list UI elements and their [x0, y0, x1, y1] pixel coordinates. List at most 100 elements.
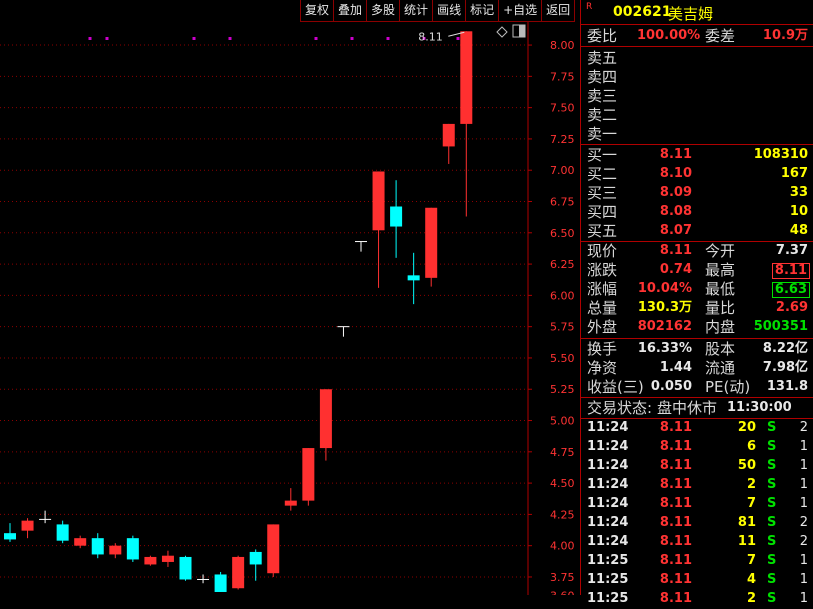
candle-body: [4, 533, 16, 540]
trade-time: 11:25: [587, 591, 629, 606]
ask-label: 卖一: [587, 125, 618, 143]
trade-volume: 11: [737, 534, 756, 549]
trade-row: 11:24 8.11 50 S 1: [581, 456, 813, 476]
stock-header: R 002621 美吉姆: [581, 0, 813, 24]
candle-body: [425, 207, 438, 278]
candle-body: [267, 524, 280, 574]
trade-volume: 50: [737, 458, 756, 473]
trade-price: 8.11: [659, 591, 692, 606]
stock-name[interactable]: 美吉姆: [668, 3, 713, 24]
ask-label: 卖五: [587, 49, 618, 67]
axis-tick-label: 4.50: [550, 477, 575, 490]
trade-side: S: [767, 477, 777, 492]
trade-count: 1: [799, 458, 808, 473]
trade-time: 11:24: [587, 420, 629, 435]
ask-row[interactable]: 卖五: [581, 48, 813, 68]
trade-time: 11:24: [587, 515, 629, 530]
axis-tick-label: 6.50: [550, 227, 575, 240]
trade-price: 8.11: [659, 496, 692, 511]
trade-status-label: 交易状态:: [587, 399, 653, 417]
volume-ratio-label: 量比: [705, 299, 736, 317]
divider: [581, 46, 813, 47]
trade-volume: 2: [746, 477, 756, 492]
bid-row[interactable]: 买一 8.11 108310: [581, 145, 813, 165]
current-price-label: 现价: [587, 242, 618, 260]
signal-marker: [88, 37, 92, 40]
bid-label: 买一: [587, 146, 618, 164]
trade-price: 8.11: [659, 458, 692, 473]
trade-row: 11:25 8.11 2 S 1: [581, 589, 813, 609]
axis-tick-label: 3.60: [550, 590, 575, 595]
toolbar-fuquan-button[interactable]: 复权: [301, 0, 335, 22]
order-ratio-label: 委比: [587, 27, 618, 45]
ask-row[interactable]: 卖一: [581, 124, 813, 144]
nav-value: 1.44: [659, 360, 692, 375]
trade-time: 11:25: [587, 572, 629, 587]
trade-count: 1: [799, 439, 808, 454]
trade-row: 11:24 8.11 20 S 2: [581, 418, 813, 438]
signal-marker: [228, 37, 232, 40]
change-label: 涨跌: [587, 261, 618, 279]
trade-price: 8.11: [659, 439, 692, 454]
toolbar-add-watchlist-button[interactable]: +自选: [499, 0, 543, 22]
ask-row[interactable]: 卖四: [581, 67, 813, 87]
stock-code[interactable]: 002621: [613, 4, 671, 20]
chart-toolbar: 复权 叠加 多股 统计 画线 标记 +自选 返回: [300, 0, 576, 22]
candle-body: [319, 389, 332, 449]
bid-volume: 10: [789, 204, 808, 219]
trade-status-value: 盘中休市: [657, 399, 718, 417]
kline-chart[interactable]: 8.00 7.75 7.50 7.25 7.00 6.75 6.50 6.25 6.00 5.75…: [0, 0, 580, 603]
equity-label: 股本: [705, 340, 736, 358]
float-shares-label: 流通: [705, 359, 736, 377]
volume-label: 总量: [587, 299, 618, 317]
toolbar-statistics-button[interactable]: 统计: [400, 0, 434, 22]
axis-tick-label: 7.75: [550, 70, 575, 83]
max-price-label: 8.11: [418, 30, 443, 43]
axis-tick-label: 6.25: [550, 258, 575, 271]
bid-row[interactable]: 买二 8.10 167: [581, 164, 813, 184]
candle-body: [74, 538, 87, 546]
trade-volume: 20: [737, 420, 756, 435]
quote-panel: R 002621 美吉姆 委比 100.00% 委差 10.9万 卖五 卖四 卖…: [580, 0, 813, 606]
trade-time: 11:24: [587, 496, 629, 511]
bid-row[interactable]: 买三 8.09 33: [581, 183, 813, 203]
trade-volume: 4: [746, 572, 756, 587]
bid-row[interactable]: 买五 8.07 48: [581, 221, 813, 241]
pe-value: 131.8: [766, 379, 808, 394]
high-value: 8.11: [771, 263, 810, 279]
candle-body: [249, 551, 262, 565]
ask-row[interactable]: 卖三: [581, 86, 813, 106]
fund-row-eps: 收益(三) 0.050 PE(动) 131.8: [581, 377, 813, 397]
bid-volume: 108310: [753, 147, 808, 162]
trade-count: 1: [799, 496, 808, 511]
bid-row[interactable]: 买四 8.08 10: [581, 202, 813, 222]
high-label: 最高: [705, 261, 736, 279]
candle-body: [442, 123, 455, 147]
candle-body: [56, 524, 69, 541]
axis-tick-label: 5.50: [550, 352, 575, 365]
trade-row: 11:25 8.11 4 S 1: [581, 570, 813, 590]
axis-tick-label: 5.25: [550, 383, 575, 396]
axis-tick-label: 7.00: [550, 164, 575, 177]
toolbar-mark-button[interactable]: 标记: [466, 0, 500, 22]
bid-price: 8.11: [659, 147, 692, 162]
trade-count: 2: [799, 515, 808, 530]
bid-volume: 33: [789, 185, 808, 200]
trade-price: 8.11: [659, 420, 692, 435]
order-diff-value: 10.9万: [762, 28, 808, 43]
toolbar-draw-line-button[interactable]: 画线: [433, 0, 467, 22]
ask-row[interactable]: 卖二: [581, 105, 813, 125]
trade-count: 2: [799, 420, 808, 435]
signal-marker: [192, 37, 196, 40]
trade-time: 11:24: [587, 439, 629, 454]
trade-volume: 81: [737, 515, 756, 530]
toolbar-overlay-button[interactable]: 叠加: [334, 0, 368, 22]
trade-volume: 7: [746, 553, 756, 568]
toolbar-multi-stock-button[interactable]: 多股: [367, 0, 401, 22]
trade-time: 11:24: [587, 477, 629, 492]
axis-tick-label: 8.00: [550, 39, 575, 52]
trade-count: 1: [799, 591, 808, 606]
toolbar-back-button[interactable]: 返回: [542, 0, 576, 22]
axis-tick-label: 5.75: [550, 321, 575, 334]
axis-tick-label: 6.00: [550, 289, 575, 302]
